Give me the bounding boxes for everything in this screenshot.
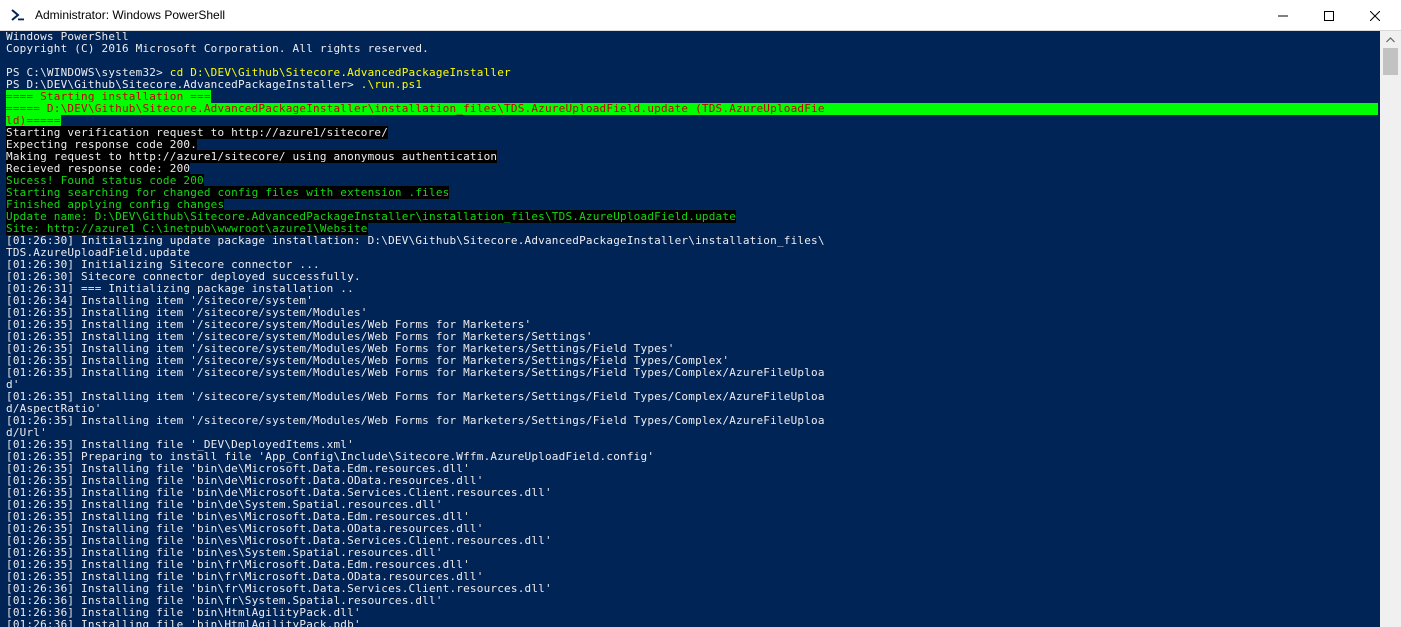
close-icon	[1370, 10, 1380, 21]
title-bar: Administrator: Windows PowerShell	[0, 0, 1401, 31]
close-button[interactable]	[1352, 0, 1398, 31]
console-line: Recieved response code: 200	[6, 162, 1378, 175]
powershell-icon	[10, 7, 26, 23]
vertical-scrollbar[interactable]	[1380, 31, 1401, 627]
console-line: Copyright (C) 2016 Microsoft Corporation…	[6, 43, 1378, 55]
console-line: Starting verification request to http://…	[6, 126, 1378, 139]
line-text: ===== D:\DEV\Github\Sitecore.AdvancedPac…	[6, 102, 825, 115]
console-line: PS D:\DEV\Github\Sitecore.AdvancedPackag…	[6, 79, 1378, 91]
scrollbar-thumb[interactable]	[1383, 48, 1398, 75]
console-line: [01:26:36] Installing file 'bin\HtmlAgil…	[6, 619, 1378, 627]
line-text: [01:26:36] Installing file 'bin\HtmlAgil…	[6, 618, 361, 627]
line-text: [01:26:35] Installing item '/sitecore/sy…	[6, 390, 825, 403]
maximize-button[interactable]	[1306, 0, 1352, 31]
command-text: .\run.ps1	[360, 78, 423, 91]
console-output[interactable]: Windows PowerShell Copyright (C) 2016 Mic…	[0, 31, 1380, 627]
console-line: [01:26:35] Installing item '/sitecore/sy…	[6, 391, 1378, 403]
console-line: Making request to http://azure1/sitecore…	[6, 150, 1378, 163]
console-line: [01:26:30] Initializing update package i…	[6, 235, 1378, 247]
line-text: [01:26:35] Installing item '/sitecore/sy…	[6, 414, 825, 427]
line-text: [01:26:35] Installing item '/sitecore/sy…	[6, 366, 825, 379]
window-title: Administrator: Windows PowerShell	[35, 8, 226, 22]
console-line: ===== D:\DEV\Github\Sitecore.AdvancedPac…	[6, 103, 1378, 115]
minimize-button[interactable]	[1260, 0, 1306, 31]
maximize-icon	[1324, 10, 1334, 21]
console-line: [01:26:35] Installing item '/sitecore/sy…	[6, 415, 1378, 427]
minimize-icon	[1278, 15, 1288, 16]
console-line: [01:26:35] Installing item '/sitecore/sy…	[6, 367, 1378, 379]
console-lines: Windows PowerShell Copyright (C) 2016 Mic…	[6, 31, 1378, 627]
chevron-up-icon	[1386, 36, 1395, 42]
scroll-up-button[interactable]	[1380, 31, 1401, 48]
line-text: Copyright (C) 2016 Microsoft Corporation…	[6, 42, 429, 55]
